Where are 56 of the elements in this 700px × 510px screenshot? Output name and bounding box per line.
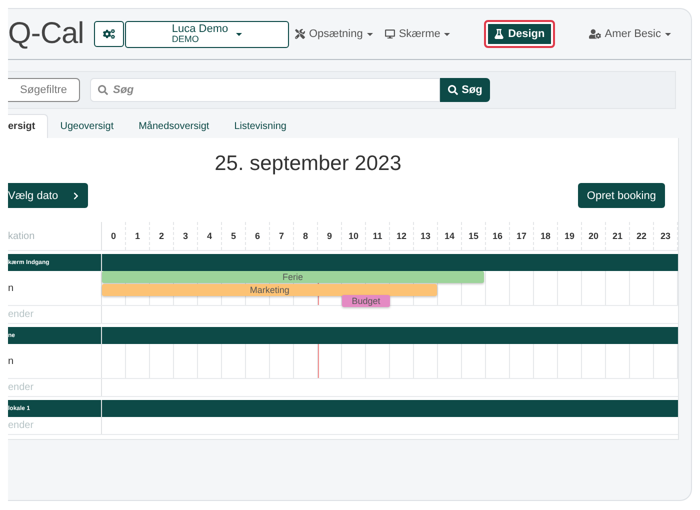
design-button[interactable]: Design: [484, 20, 555, 48]
filters-button[interactable]: Søgefiltre: [8, 78, 80, 102]
hour-label: 20: [582, 222, 606, 250]
flask-icon: [494, 29, 504, 39]
hour-label: 19: [558, 222, 582, 250]
calendar-label: ender: [8, 417, 102, 434]
column-header: kation: [8, 222, 102, 250]
hour-label: 0: [102, 222, 126, 250]
nav-menu[interactable]: Skærme: [378, 28, 456, 40]
hour-label: 7: [270, 222, 294, 250]
hour-label: 13: [414, 222, 438, 250]
hour-label: 1: [126, 222, 150, 250]
hour-label: 15: [462, 222, 486, 250]
hour-label: 10: [342, 222, 366, 250]
resource-label: n: [8, 344, 102, 378]
hour-label: 18: [534, 222, 558, 250]
view-tab[interactable]: ersigt: [8, 114, 48, 138]
hour-label: 21: [606, 222, 630, 250]
booking-event[interactable]: Ferie: [102, 271, 484, 283]
calendar-label: ender: [8, 306, 102, 323]
view-tab[interactable]: Månedsoversigt: [126, 114, 222, 138]
nav-menu[interactable]: Opsætning: [289, 28, 379, 40]
hour-label: 6: [246, 222, 270, 250]
search-field[interactable]: Søg: [90, 78, 440, 102]
hour-label: 9: [318, 222, 342, 250]
hour-label: 5: [222, 222, 246, 250]
hour-label: 16: [486, 222, 510, 250]
hour-label: 8: [294, 222, 318, 250]
hour-label: 12: [390, 222, 414, 250]
create-booking-button[interactable]: Opret booking: [578, 183, 665, 208]
view-tab[interactable]: Listevisning: [222, 114, 300, 138]
hour-label: 11: [366, 222, 390, 250]
tools-icon: [295, 29, 305, 39]
date-title: 25. september 2023: [214, 151, 402, 177]
hour-label: 22: [630, 222, 654, 250]
hour-label: 3: [174, 222, 198, 250]
settings-button[interactable]: [94, 21, 124, 47]
hour-label: 14: [438, 222, 462, 250]
chevron-right-icon: [72, 192, 80, 200]
hour-label: 2: [150, 222, 174, 250]
hour-label: 4: [198, 222, 222, 250]
account-dropdown[interactable]: Luca Demo DEMO: [125, 20, 289, 48]
search-icon: [448, 85, 458, 95]
gears-icon: [103, 28, 115, 40]
hour-label: 17: [510, 222, 534, 250]
hour-label: 23: [654, 222, 678, 250]
search-button[interactable]: Søg: [440, 78, 490, 102]
booking-event[interactable]: Marketing: [102, 284, 438, 296]
user-menu[interactable]: Amer Besic: [582, 27, 677, 41]
monitor-icon: [384, 29, 395, 39]
pick-date-button[interactable]: Vælg dato: [8, 183, 88, 208]
calendar-label: ender: [8, 379, 102, 396]
user-cog-icon: [588, 28, 601, 40]
app-logo: Q-Cal: [8, 17, 85, 51]
view-tab[interactable]: Ugeoversigt: [48, 114, 127, 138]
search-icon: [98, 85, 108, 95]
